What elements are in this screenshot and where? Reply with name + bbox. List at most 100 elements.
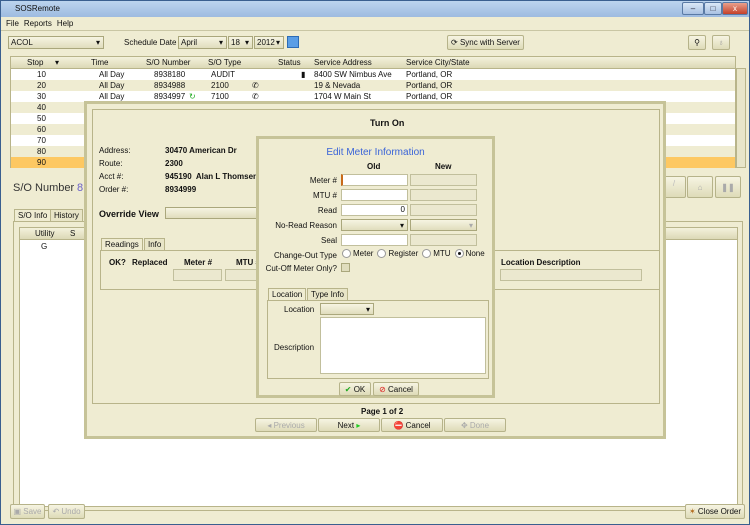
cell-stop: 10: [37, 70, 46, 79]
read-label: Read: [317, 206, 337, 215]
col-so-number[interactable]: S/O Number: [146, 58, 190, 67]
col-stop[interactable]: Stop: [27, 58, 43, 67]
table-row[interactable]: 10 All Day 8938180 AUDIT 8400 SW Nimbus Ave P…: [11, 69, 735, 80]
tab-readings[interactable]: Readings: [101, 238, 143, 250]
done-button: ✥ Done: [444, 418, 506, 432]
menu-file[interactable]: File: [6, 19, 19, 28]
menu-help[interactable]: Help: [57, 19, 73, 28]
cell-stop: 90: [37, 158, 46, 167]
table-scrollbar[interactable]: [736, 68, 746, 168]
meter-cancel-label: Cancel: [388, 385, 413, 394]
cut-off-meter-checkbox[interactable]: [341, 263, 350, 272]
col-service-address[interactable]: Service Address: [314, 58, 372, 67]
radio-mtu-label: MTU: [433, 249, 451, 258]
table-header: Stop ▾ Time S/O Number S/O Type Status Se…: [11, 57, 735, 69]
next-button[interactable]: Next ▸: [318, 418, 380, 432]
title-bar: SOSRemote: [1, 1, 749, 17]
col-replaced: Replaced: [132, 258, 168, 267]
cell-city: Portland, OR: [406, 70, 453, 79]
reading-location-field[interactable]: [500, 269, 642, 281]
tab-so-info[interactable]: S/O Info: [14, 209, 52, 221]
done-label: Done: [469, 421, 490, 430]
new-seal-input: [410, 234, 477, 246]
binoculars-button[interactable]: ⚲: [688, 35, 706, 50]
cell-type: AUDIT: [211, 70, 235, 79]
stop-icon: ⛔: [393, 421, 404, 430]
minimize-button[interactable]: –: [682, 2, 704, 15]
cell-addr: 19 & Nevada: [314, 81, 361, 90]
ok-button[interactable]: ✔ OK: [339, 382, 371, 396]
col-so-type[interactable]: S/O Type: [208, 58, 241, 67]
radio-mtu[interactable]: [422, 249, 432, 258]
next-label: Next: [337, 421, 355, 430]
cell-addr: 8400 SW Nimbus Ave: [314, 70, 392, 79]
magic-wand-icon: ✶: [688, 507, 698, 516]
location-label: Location: [284, 305, 315, 314]
save-button: ▣ Save: [10, 504, 45, 519]
ok-label: OK: [353, 385, 366, 394]
page-indicator: Page 1 of 2: [361, 407, 404, 416]
menu-reports[interactable]: Reports: [24, 19, 52, 28]
close-order-button[interactable]: ✶ Close Order: [685, 504, 745, 519]
override-view-label: Override View: [99, 209, 159, 219]
new-read-input: [410, 204, 477, 216]
description-label: Description: [274, 343, 315, 352]
cell-stop: 40: [37, 103, 46, 112]
cell-stop: 20: [37, 81, 46, 90]
so-number-label: S/O Number: [13, 182, 75, 194]
col-utility: Utility: [35, 229, 55, 238]
save-label: Save: [23, 507, 42, 516]
col-status[interactable]: Status: [278, 58, 301, 67]
meter-cancel-button[interactable]: ⊘ Cancel: [373, 382, 419, 396]
col-time[interactable]: Time: [91, 58, 108, 67]
app-window: SOSRemote – □ x File Reports Help ACOL Sch…: [0, 0, 750, 525]
location-dropdown[interactable]: [320, 303, 374, 315]
mtu-label: MTU #: [313, 191, 337, 200]
tab-type-info[interactable]: Type Info: [307, 288, 348, 300]
table-row[interactable]: 20 All Day 8934988 2100 19 & Nevada Portland,…: [11, 80, 735, 91]
col-location-description: Location Description: [501, 258, 581, 267]
order-value: 8934999: [165, 185, 197, 194]
menu-bar: File Reports Help: [1, 17, 749, 31]
new-header: New: [435, 162, 452, 171]
route-dropdown[interactable]: ACOL: [8, 36, 104, 49]
microphone-button[interactable]: ♁: [712, 35, 730, 50]
binoculars-icon: ⚲: [694, 38, 700, 47]
cell-stop: 60: [37, 125, 46, 134]
window-title: SOSRemote: [15, 4, 60, 13]
radio-none[interactable]: [454, 249, 464, 258]
col-se: S: [70, 229, 76, 238]
day-dropdown[interactable]: 18: [228, 36, 253, 49]
old-no-read-reason-dropdown[interactable]: [341, 219, 408, 231]
old-mtu-input[interactable]: [341, 189, 408, 201]
old-meter-input[interactable]: [341, 174, 408, 186]
maximize-button[interactable]: □: [704, 2, 722, 15]
cell-stop: 80: [37, 147, 46, 156]
edit-meter-dialog: Edit Meter Information Old New Meter # M…: [256, 136, 495, 398]
so-number-value: 8: [77, 182, 84, 194]
radio-meter[interactable]: [342, 249, 351, 258]
sync-label: Sync with Server: [459, 38, 520, 47]
change-out-type-radios: Meter Register MTU None: [338, 249, 485, 258]
col-service-city[interactable]: Service City/State: [406, 58, 470, 67]
cell-so: 8934988: [154, 81, 186, 90]
close-button[interactable]: x: [722, 2, 748, 15]
old-read-input[interactable]: 0: [341, 204, 408, 216]
tab-info[interactable]: Info: [144, 238, 166, 250]
tab-history[interactable]: History: [50, 209, 83, 221]
description-textarea[interactable]: [320, 317, 486, 374]
old-seal-input[interactable]: [341, 234, 408, 246]
radio-register[interactable]: [377, 249, 387, 258]
sync-button[interactable]: ⟳ Sync with Server: [447, 35, 524, 50]
override-view-field[interactable]: [165, 207, 265, 219]
year-dropdown[interactable]: 2012: [254, 36, 284, 49]
reading-mtu-field[interactable]: [225, 269, 260, 281]
reading-meter-field[interactable]: [173, 269, 222, 281]
cell-time: All Day: [99, 81, 125, 90]
radio-meter-label: Meter: [353, 249, 374, 258]
month-dropdown[interactable]: April: [178, 36, 227, 49]
tab-location[interactable]: Location: [268, 288, 307, 300]
close-order-label: Close Order: [697, 507, 742, 516]
calendar-icon[interactable]: [287, 36, 299, 48]
cancel-button[interactable]: ⛔ Cancel: [381, 418, 443, 432]
